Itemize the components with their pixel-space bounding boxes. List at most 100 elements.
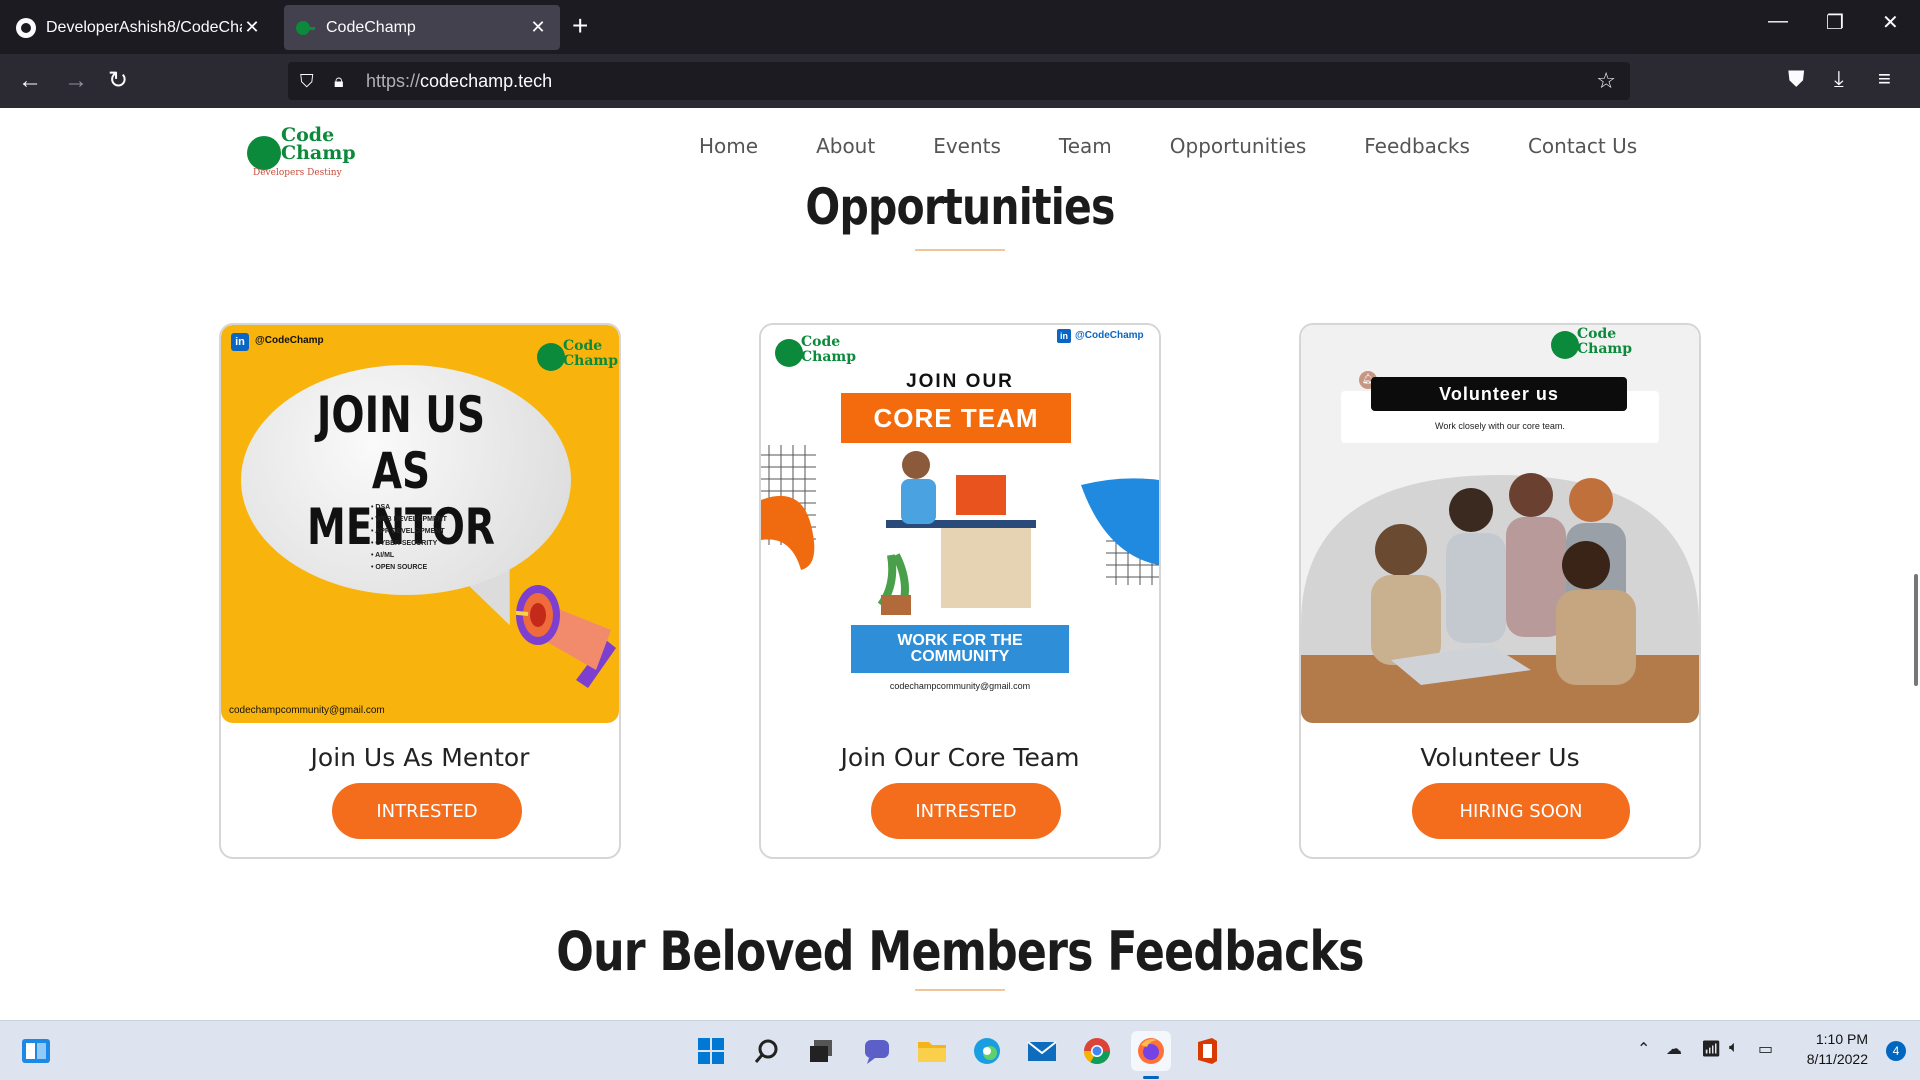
nav-feedbacks[interactable]: Feedbacks [1364, 134, 1470, 158]
page-content: Code Champ Developers Destiny Home About… [0, 108, 1920, 1020]
bullet-item: • CYBER SECURITY [371, 540, 438, 547]
edge-icon[interactable] [967, 1031, 1007, 1071]
mail-icon[interactable] [1022, 1031, 1062, 1071]
onedrive-icon[interactable]: ☁ [1666, 1039, 1682, 1059]
site-nav: Home About Events Team Opportunities Fee… [699, 134, 1637, 158]
nav-contact-us[interactable]: Contact Us [1528, 134, 1637, 158]
megaphone-icon [516, 585, 616, 688]
chevron-up-icon[interactable]: ⌃ [1637, 1039, 1650, 1059]
poster-join-text: JOIN OUR [906, 371, 1014, 392]
browser-tab-bar: DeveloperAshish8/CodeChamp ✕ CodeChamp ✕… [0, 0, 1920, 54]
logo-tagline: Developers Destiny [253, 168, 342, 178]
poster-work-text: WORK FOR THE COMMUNITY [851, 625, 1069, 673]
github-icon [16, 17, 36, 38]
hiring-soon-button[interactable]: HIRING SOON [1412, 783, 1630, 839]
logo-text: Code Champ [281, 126, 356, 164]
logo-text: Code Champ [801, 335, 856, 365]
poster-email: codechampcommunity@gmail.com [889, 681, 1031, 691]
wifi-icon[interactable]: 📶︎ [1701, 1039, 1721, 1059]
bookmark-star-icon[interactable]: ☆ [1596, 68, 1616, 94]
logo-line2: Champ [801, 349, 856, 365]
bullet-item: • DSA [371, 504, 391, 511]
logo-mark [537, 343, 565, 371]
opportunity-card-core-team: Code Champ in @CodeChamp JOIN OUR CORE TE… [759, 323, 1161, 859]
menu-icon[interactable]: ≡ [1878, 66, 1891, 92]
title-underline [915, 989, 1005, 991]
bullet-item: • APP DEVELOPMENT [371, 528, 445, 535]
tab-title: CodeChamp [326, 18, 416, 36]
minimize-button[interactable]: — [1768, 10, 1788, 33]
card-title: Join Us As Mentor [310, 743, 530, 772]
file-explorer-icon[interactable] [912, 1031, 952, 1071]
logo-mark [247, 136, 281, 170]
url-scheme: https:// [366, 71, 421, 91]
start-icon[interactable] [691, 1031, 731, 1071]
tab-title: DeveloperAshish8/CodeChamp [46, 18, 242, 36]
core-team-illustration [761, 445, 1159, 615]
task-view-icon[interactable] [801, 1031, 841, 1071]
battery-icon[interactable]: ▭ [1758, 1039, 1773, 1059]
logo-line1: Code [801, 334, 841, 350]
search-icon[interactable] [747, 1031, 787, 1071]
nav-team[interactable]: Team [1059, 134, 1112, 158]
volume-icon[interactable]: 🔈︎ [1729, 1039, 1739, 1057]
forward-arrow-icon[interactable]: → [64, 66, 88, 96]
poster-core-team-text: CORE TEAM [841, 393, 1071, 443]
nav-opportunities[interactable]: Opportunities [1170, 134, 1306, 158]
nav-events[interactable]: Events [933, 134, 1001, 158]
taskbar-clock[interactable]: 1:10 PM 8/11/2022 [1807, 1029, 1868, 1069]
bullet-item: • OPEN SOURCE [371, 564, 428, 571]
poster-volunteer-sub: Work closely with our core team. [1435, 421, 1565, 431]
logo-text: Code Champ [1577, 327, 1632, 357]
volunteer-poster: Code Champ 🔔︎ Volunteer us Work closely w… [1301, 325, 1699, 723]
firefox-icon[interactable] [1131, 1031, 1171, 1071]
restore-button[interactable]: ❐ [1826, 10, 1844, 35]
logo-line2: Champ [563, 353, 618, 369]
poster-handle: @CodeChamp [1075, 330, 1144, 341]
poster-volunteer-heading: Volunteer us [1371, 377, 1627, 411]
shield-icon[interactable]: ⛉ [300, 71, 314, 92]
clock-time: 1:10 PM [1815, 1031, 1868, 1047]
tab-close-icon[interactable]: ✕ [528, 17, 548, 38]
new-tab-button[interactable]: + [572, 12, 588, 40]
nav-home[interactable]: Home [699, 134, 758, 158]
tab-close-icon[interactable]: ✕ [242, 17, 262, 38]
linkedin-icon: in [231, 333, 249, 351]
linkedin-icon: in [1057, 329, 1071, 343]
logo-line1: Code [1577, 326, 1617, 342]
lock-icon[interactable]: 🔒︎ [334, 71, 344, 92]
tab-github[interactable]: DeveloperAshish8/CodeChamp ✕ [4, 5, 274, 50]
bullet-item: • AI/ML [371, 552, 395, 559]
tab-codechamp[interactable]: CodeChamp ✕ [284, 5, 560, 50]
chat-icon[interactable] [857, 1031, 897, 1071]
poster-bullets: • DSA • WEB DEVELOPMENT • APP DEVELOPMEN… [371, 502, 447, 574]
url-bar[interactable]: ⛉ 🔒︎ https://codechamp.tech ☆ [288, 62, 1630, 100]
pocket-icon[interactable]: ⛊ [1788, 66, 1805, 92]
opportunities-title: Opportunities [805, 178, 1115, 236]
reload-icon[interactable]: ↻ [108, 66, 128, 96]
site-logo[interactable]: Code Champ Developers Destiny [247, 126, 357, 178]
browser-toolbar: ← → ↻ ⛉ 🔒︎ https://codechamp.tech ☆ ⛊ ⤓ … [0, 54, 1920, 108]
windows-taskbar: ⌃ ☁ 📶︎ 🔈︎ ▭ 1:10 PM 8/11/2022 4 [0, 1020, 1920, 1080]
bullet-item: • WEB DEVELOPMENT [371, 516, 447, 523]
intrested-button-mentor[interactable]: INTRESTED [332, 783, 522, 839]
downloads-icon[interactable]: ⤓ [1834, 66, 1844, 92]
card-title: Join Our Core Team [840, 743, 1080, 772]
nav-about[interactable]: About [816, 134, 875, 158]
logo-line2: Champ [281, 142, 356, 164]
back-arrow-icon[interactable]: ← [18, 66, 42, 96]
url-text[interactable]: https://codechamp.tech [366, 71, 552, 92]
codechamp-favicon-icon [296, 19, 316, 37]
opportunity-card-mentor: in @CodeChamp Code Champ JOIN US AS MENTO… [219, 323, 621, 859]
poster-logo: Code Champ [537, 339, 618, 375]
page-scrollbar-thumb[interactable] [1914, 574, 1918, 686]
title-underline [915, 249, 1005, 251]
widgets-icon[interactable] [16, 1031, 56, 1071]
intrested-button-core-team[interactable]: INTRESTED [871, 783, 1061, 839]
opportunity-card-volunteer: Code Champ 🔔︎ Volunteer us Work closely w… [1299, 323, 1701, 859]
close-window-button[interactable]: ✕ [1882, 10, 1899, 35]
poster-logo: Code Champ [1551, 327, 1632, 363]
notification-badge[interactable]: 4 [1886, 1041, 1906, 1061]
chrome-icon[interactable] [1077, 1031, 1117, 1071]
office-icon[interactable] [1187, 1031, 1227, 1071]
